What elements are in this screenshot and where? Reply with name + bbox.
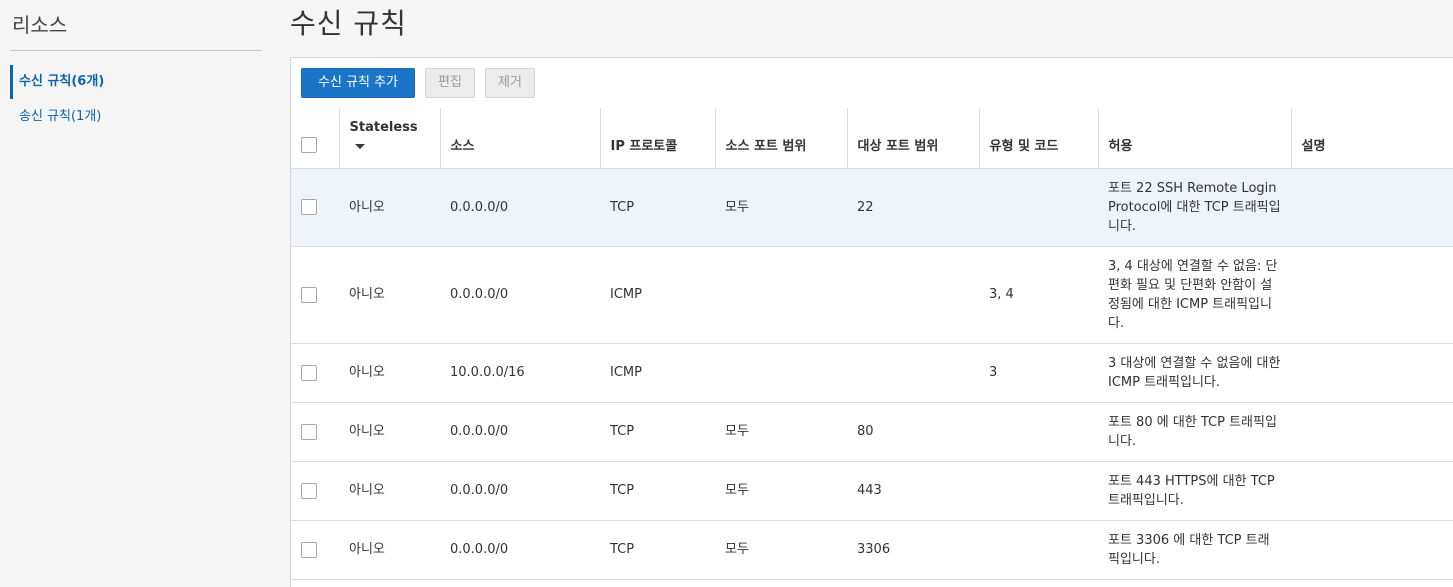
cell-description: [1291, 520, 1453, 580]
edit-button[interactable]: 편집: [425, 68, 475, 98]
cell-description: [1291, 343, 1453, 403]
select-all-checkbox[interactable]: [301, 137, 317, 153]
cell-source: 0.0.0.0/0: [440, 520, 600, 580]
cell-allows: 포트 443 HTTPS에 대한 TCP 트래픽입니다.: [1098, 461, 1291, 521]
page-title: 수신 규칙: [290, 7, 407, 40]
cell-stateless: 아니오: [339, 402, 440, 462]
cell-protocol: ICMP: [600, 246, 715, 344]
ingress-rules-table: Stateless 소스 IP 프로토콜 소스 포트 범위 대상 포트 범위 유…: [291, 108, 1453, 580]
cell-dest-port: [847, 343, 979, 403]
cell-dest-port: 22: [847, 168, 979, 247]
table-header-row: Stateless 소스 IP 프로토콜 소스 포트 범위 대상 포트 범위 유…: [291, 108, 1453, 169]
row-checkbox[interactable]: [301, 482, 317, 499]
row-checkbox[interactable]: [301, 199, 317, 215]
sidebar-divider: [10, 50, 262, 51]
cell-dest-port: 443: [847, 461, 979, 521]
column-ip-protocol: IP 프로토콜: [600, 108, 716, 169]
row-select-cell: [291, 402, 339, 462]
cell-stateless: 아니오: [339, 520, 440, 580]
select-all-header: [291, 108, 340, 169]
column-source-port-range: 소스 포트 범위: [715, 108, 848, 169]
table-row[interactable]: 아니오 0.0.0.0/0 TCP 모두 80 포트 80 에 대한 TCP 트…: [291, 402, 1453, 462]
cell-source-port: 모두: [715, 461, 847, 521]
cell-allows: 포트 80 에 대한 TCP 트래픽입니다.: [1098, 402, 1291, 462]
cell-description: [1291, 461, 1453, 521]
cell-dest-port: 3306: [847, 520, 979, 580]
cell-source-port: [715, 343, 847, 403]
cell-protocol: ICMP: [600, 343, 715, 403]
cell-source: 0.0.0.0/0: [440, 168, 600, 247]
cell-source-port: 모두: [715, 520, 847, 580]
cell-source: 0.0.0.0/0: [440, 246, 600, 344]
cell-dest-port: 80: [847, 402, 979, 462]
row-checkbox[interactable]: [301, 286, 317, 303]
cell-type-code: 3, 4: [979, 246, 1098, 344]
cell-protocol: TCP: [600, 402, 715, 462]
delete-button[interactable]: 제거: [485, 68, 535, 98]
cell-type-code: [979, 402, 1098, 462]
add-ingress-rule-button[interactable]: 수신 규칙 추가: [301, 68, 415, 98]
table-row[interactable]: 아니오 0.0.0.0/0 TCP 모두 22 포트 22 SSH Remote…: [291, 168, 1453, 247]
column-allows: 허용: [1098, 108, 1292, 169]
column-stateless[interactable]: Stateless: [339, 108, 441, 169]
cell-protocol: TCP: [600, 461, 715, 521]
column-description: 설명: [1291, 108, 1453, 169]
cell-dest-port: [847, 246, 979, 344]
cell-description: [1291, 168, 1453, 247]
rules-panel: 수신 규칙 추가 편집 제거 Stateless 소스 IP 프로토콜 소스 포…: [290, 57, 1453, 587]
cell-allows: 3 대상에 연결할 수 없음에 대한 ICMP 트래픽입니다.: [1098, 343, 1291, 403]
cell-source-port: 모두: [715, 402, 847, 462]
app-layout: 리소스 수신 규칙(6개) 송신 규칙(1개) 수신 규칙 수신 규칙 추가 편…: [0, 0, 1453, 587]
nav-item-egress-rules[interactable]: 송신 규칙(1개): [10, 100, 262, 134]
column-source: 소스: [440, 108, 601, 169]
cell-allows: 포트 3306 에 대한 TCP 트래픽입니다.: [1098, 520, 1291, 580]
cell-stateless: 아니오: [339, 461, 440, 521]
sidebar-title: 리소스: [12, 13, 68, 37]
cell-protocol: TCP: [600, 520, 715, 580]
row-checkbox[interactable]: [301, 364, 317, 381]
column-type-code: 유형 및 코드: [979, 108, 1099, 169]
row-checkbox[interactable]: [301, 541, 317, 558]
cell-source-port: [715, 246, 847, 344]
cell-source: 0.0.0.0/0: [440, 402, 600, 462]
cell-type-code: 3: [979, 343, 1098, 403]
row-checkbox[interactable]: [301, 423, 317, 440]
table-row[interactable]: 아니오 10.0.0.0/16 ICMP 3 3 대상에 연결할 수 없음에 대…: [291, 343, 1453, 403]
row-select-cell: [291, 246, 339, 344]
nav-item-ingress-rules[interactable]: 수신 규칙(6개): [10, 65, 262, 99]
table-row[interactable]: 아니오 0.0.0.0/0 TCP 모두 3306 포트 3306 에 대한 T…: [291, 520, 1453, 580]
cell-source: 0.0.0.0/0: [440, 461, 600, 521]
cell-allows: 3, 4 대상에 연결할 수 없음: 단편화 필요 및 단편화 안함이 설정됨에…: [1098, 246, 1291, 344]
cell-type-code: [979, 461, 1098, 521]
cell-description: [1291, 246, 1453, 344]
cell-stateless: 아니오: [339, 168, 440, 247]
cell-type-code: [979, 520, 1098, 580]
cell-source: 10.0.0.0/16: [440, 343, 600, 403]
cell-stateless: 아니오: [339, 343, 440, 403]
column-dest-port-range: 대상 포트 범위: [847, 108, 980, 169]
row-select-cell: [291, 461, 339, 521]
column-stateless-label: Stateless: [349, 119, 418, 135]
table-row[interactable]: 아니오 0.0.0.0/0 TCP 모두 443 포트 443 HTTPS에 대…: [291, 461, 1453, 521]
row-select-cell: [291, 343, 339, 403]
row-select-cell: [291, 520, 339, 580]
table-row[interactable]: 아니오 0.0.0.0/0 ICMP 3, 4 3, 4 대상에 연결할 수 없…: [291, 246, 1453, 344]
cell-protocol: TCP: [600, 168, 715, 247]
caret-down-icon: [354, 143, 365, 149]
row-select-cell: [291, 168, 339, 247]
cell-description: [1291, 402, 1453, 462]
cell-source-port: 모두: [715, 168, 847, 247]
cell-allows: 포트 22 SSH Remote Login Protocol에 대한 TCP …: [1098, 168, 1291, 247]
cell-stateless: 아니오: [339, 246, 440, 344]
cell-type-code: [979, 168, 1098, 247]
sidebar: 리소스 수신 규칙(6개) 송신 규칙(1개): [0, 0, 275, 587]
